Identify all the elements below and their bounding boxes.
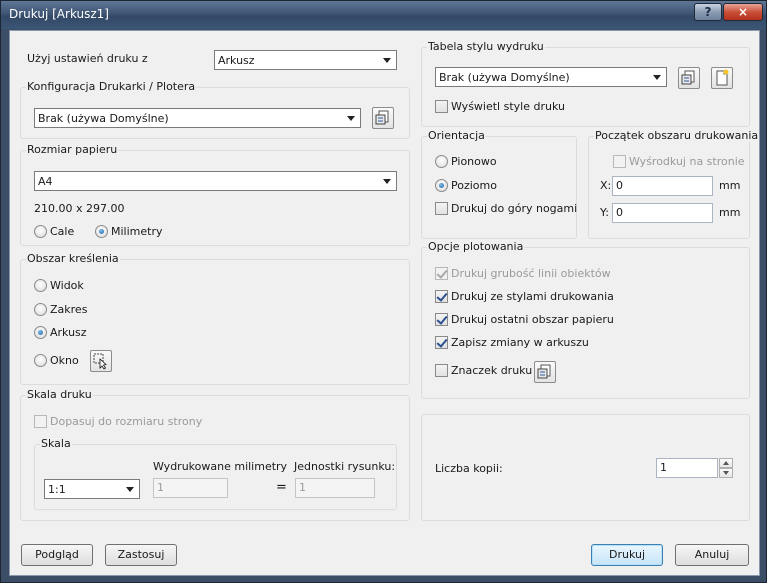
- plot-area-legend: Obszar kreślenia: [26, 252, 120, 265]
- properties-icon: [375, 110, 389, 125]
- cancel-button[interactable]: Anuluj: [675, 544, 749, 566]
- new-document-icon: [716, 69, 729, 86]
- plot-lineweights-checkbox[interactable]: [435, 267, 448, 280]
- preview-button[interactable]: Podgląd: [21, 544, 93, 566]
- plot-style-combo[interactable]: Brak (używa Domyślne): [435, 67, 667, 87]
- plot-options-legend: Opcje plotowania: [427, 240, 525, 253]
- printer-value: Brak (używa Domyślne): [38, 112, 169, 125]
- scale-inner-legend: Skala: [40, 437, 72, 450]
- plot-style-value: Brak (używa Domyślne): [439, 71, 570, 84]
- origin-y-label: Y:: [600, 206, 609, 219]
- units-inches-label: Cale: [50, 225, 75, 238]
- plot-style-edit-button[interactable]: [678, 67, 700, 89]
- help-button[interactable]: ?: [694, 3, 722, 21]
- properties-icon: [537, 364, 551, 379]
- scale-combo[interactable]: 1:1: [44, 479, 140, 499]
- chevron-down-icon: [126, 487, 134, 492]
- paper-size-value: A4: [38, 175, 53, 188]
- orientation-portrait-label: Pionowo: [451, 155, 497, 168]
- plot-style-table-legend: Tabela stylu wydruku: [427, 40, 545, 53]
- save-changes-checkbox[interactable]: [435, 336, 448, 349]
- save-changes-label: Zapisz zmiany w arkuszu: [451, 336, 589, 349]
- plot-area-window-label: Okno: [50, 354, 79, 367]
- plot-with-styles-label: Drukuj ze stylami drukowania: [451, 290, 614, 303]
- plot-stamp-checkbox[interactable]: [435, 364, 448, 377]
- plot-area-sheet-radio[interactable]: [34, 326, 47, 339]
- plot-area-view-label: Widok: [50, 279, 84, 292]
- plot-area-extents-label: Zakres: [50, 303, 88, 316]
- scale-equals-sign: =: [276, 480, 287, 495]
- close-button[interactable]: ×: [723, 3, 763, 21]
- orientation-legend: Orientacja: [427, 129, 486, 142]
- use-settings-value: Arkusz: [218, 54, 255, 67]
- orientation-portrait-radio[interactable]: [435, 155, 448, 168]
- units-mm-label: Milimetry: [111, 225, 163, 238]
- plot-with-styles-checkbox[interactable]: [435, 290, 448, 303]
- printer-config-legend: Konfiguracja Drukarki / Plotera: [26, 80, 197, 93]
- plot-area-window-radio[interactable]: [34, 354, 47, 367]
- plot-paperspace-last-label: Drukuj ostatni obszar papieru: [451, 313, 614, 326]
- paper-dimensions: 210.00 x 297.00: [34, 202, 125, 215]
- scale-inner-group: [34, 444, 397, 510]
- fit-to-paper-checkbox[interactable]: [34, 415, 47, 428]
- dialog-client-area: Użyj ustawień druku z Arkusz Konfiguracj…: [9, 30, 760, 576]
- use-settings-label: Użyj ustawień druku z: [27, 52, 148, 65]
- upside-down-label: Drukuj do góry nogami: [451, 202, 578, 215]
- upside-down-checkbox[interactable]: [435, 202, 448, 215]
- spinner-down-arrow-icon[interactable]: [719, 468, 733, 478]
- chevron-down-icon: [383, 179, 391, 184]
- paper-size-legend: Rozmiar papieru: [26, 143, 119, 156]
- copies-input[interactable]: 1: [656, 458, 718, 478]
- plot-paperspace-last-checkbox[interactable]: [435, 313, 448, 326]
- orientation-landscape-label: Poziomo: [451, 179, 497, 192]
- plot-style-table-group: [421, 47, 750, 127]
- properties-icon: [681, 70, 695, 85]
- origin-x-label: X:: [600, 179, 612, 192]
- plot-area-sheet-label: Arkusz: [50, 326, 87, 339]
- plot-area-extents-radio[interactable]: [34, 303, 47, 316]
- select-window-icon: [93, 353, 107, 370]
- paper-size-combo[interactable]: A4: [34, 171, 397, 191]
- window-title: Drukuj [Arkusz1]: [9, 7, 109, 21]
- printer-combo[interactable]: Brak (używa Domyślne): [34, 108, 361, 128]
- center-plot-checkbox[interactable]: [613, 155, 626, 168]
- print-button[interactable]: Drukuj: [591, 544, 663, 566]
- drawing-units-input[interactable]: 1: [295, 478, 375, 498]
- plot-stamp-settings-button[interactable]: [534, 361, 556, 383]
- paper-size-group: [20, 150, 410, 246]
- orientation-landscape-radio[interactable]: [435, 179, 448, 192]
- use-settings-combo[interactable]: Arkusz: [214, 50, 397, 70]
- plot-area-view-radio[interactable]: [34, 279, 47, 292]
- plot-style-new-button[interactable]: [711, 67, 733, 89]
- chevron-down-icon: [383, 58, 391, 63]
- origin-y-input[interactable]: 0: [612, 203, 713, 223]
- chevron-down-icon: [653, 75, 661, 80]
- plot-scale-legend: Skala druku: [26, 388, 93, 401]
- center-plot-label: Wyśrodkuj na stronie: [629, 155, 745, 168]
- copies-spinner[interactable]: [719, 458, 733, 478]
- apply-button[interactable]: Zastosuj: [105, 544, 177, 566]
- origin-x-input[interactable]: 0: [612, 176, 713, 196]
- show-plot-styles-checkbox[interactable]: [435, 100, 448, 113]
- print-dialog-window: Drukuj [Arkusz1] ? × Użyj ustawień druku…: [0, 0, 767, 583]
- printed-mm-input[interactable]: 1: [153, 478, 228, 498]
- spinner-up-arrow-icon[interactable]: [719, 458, 733, 468]
- plot-origin-legend: Początek obszaru drukowania: [594, 129, 760, 142]
- fit-to-paper-label: Dopasuj do rozmiaru strony: [50, 415, 203, 428]
- pick-window-button[interactable]: [90, 350, 112, 372]
- chevron-down-icon: [347, 116, 355, 121]
- origin-x-unit: mm: [719, 179, 741, 192]
- title-bar[interactable]: Drukuj [Arkusz1] ? ×: [1, 1, 766, 29]
- printed-mm-label: Wydrukowane milimetry: [153, 460, 288, 473]
- plot-stamp-label: Znaczek druku: [451, 364, 533, 377]
- units-inches-radio[interactable]: [34, 225, 47, 238]
- drawing-units-label: Jednostki rysunku:: [294, 460, 396, 473]
- copies-label: Liczba kopii:: [435, 462, 503, 475]
- plot-lineweights-label: Drukuj grubość linii obiektów: [451, 267, 611, 280]
- origin-y-unit: mm: [719, 206, 741, 219]
- units-mm-radio[interactable]: [95, 225, 108, 238]
- printer-properties-button[interactable]: [372, 107, 394, 129]
- show-plot-styles-label: Wyświetl style druku: [451, 100, 565, 113]
- scale-value: 1:1: [48, 483, 66, 496]
